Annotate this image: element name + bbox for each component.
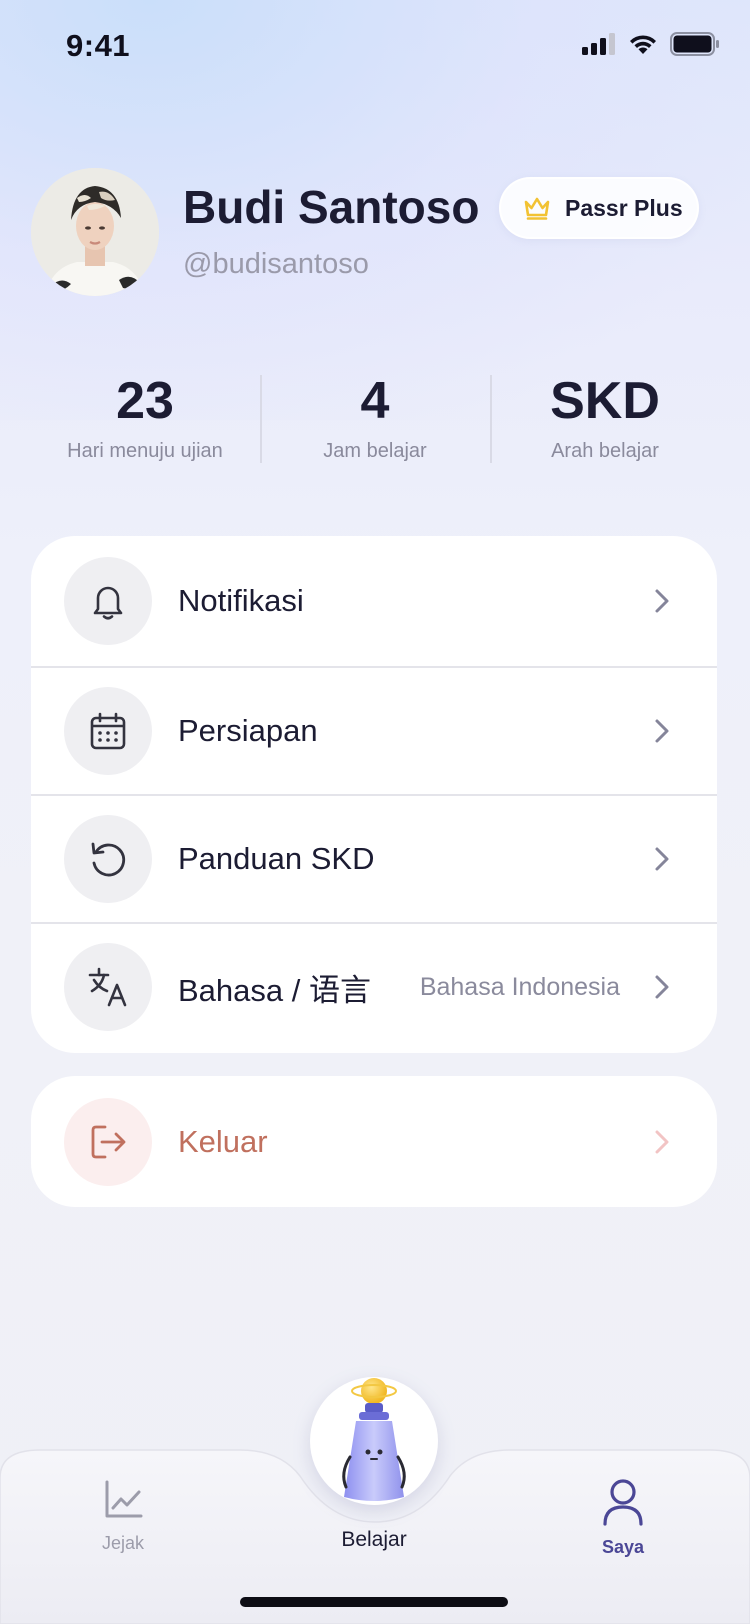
tab-jejak[interactable]: Jejak bbox=[63, 1478, 183, 1554]
refresh-icon-circle bbox=[64, 815, 152, 903]
menu-item-label: Notifikasi bbox=[178, 583, 304, 618]
avatar[interactable] bbox=[31, 168, 159, 296]
menu-item-label: Persiapan bbox=[178, 713, 318, 748]
stat-value: SKD bbox=[550, 372, 660, 430]
status-icons bbox=[582, 32, 720, 56]
battery-icon bbox=[670, 32, 719, 56]
stat-study-hours: 4 Jam belajar bbox=[260, 370, 490, 470]
menu-item-label: Panduan SKD bbox=[178, 841, 375, 876]
menu-item-label: Bahasa / 语言 bbox=[178, 972, 371, 1008]
chevron-right-icon bbox=[649, 718, 675, 744]
user-icon bbox=[603, 1479, 643, 1526]
tab-saya[interactable]: Saya bbox=[563, 1478, 683, 1558]
stat-study-direction: SKD Arah belajar bbox=[490, 370, 720, 470]
tab-belajar-label: Belajar bbox=[341, 1528, 407, 1551]
stat-value: 4 bbox=[360, 372, 390, 430]
menu-item-bahasa[interactable]: Bahasa / 语言 Bahasa Indonesia bbox=[31, 922, 717, 1050]
mascot-icon bbox=[342, 1378, 406, 1501]
translate-icon bbox=[88, 967, 127, 1007]
logout-icon-circle bbox=[64, 1097, 152, 1186]
stat-label: Hari menuju ujian bbox=[67, 440, 223, 462]
chevron-right-icon bbox=[649, 974, 675, 1000]
home-indicator bbox=[240, 1597, 508, 1607]
tab-belajar-button[interactable] bbox=[310, 1377, 438, 1505]
translate-icon-circle bbox=[64, 943, 152, 1031]
logout-card: Keluar bbox=[31, 1076, 717, 1207]
settings-menu-card: Notifikasi Persiapan Panduan SKD Bahasa … bbox=[31, 536, 717, 1053]
bell-icon bbox=[93, 586, 123, 620]
passr-plus-badge[interactable]: Passr Plus bbox=[499, 177, 699, 239]
status-bar: 9:41 bbox=[0, 0, 750, 92]
wifi-icon bbox=[630, 35, 656, 54]
passr-plus-label: Passr Plus bbox=[565, 194, 683, 221]
chevron-right-icon bbox=[649, 846, 675, 872]
stat-days-until-exam: 23 Hari menuju ujian bbox=[30, 370, 260, 470]
bell-icon-circle bbox=[64, 557, 152, 645]
stat-label: Jam belajar bbox=[323, 440, 427, 462]
cellular-signal-icon bbox=[582, 33, 615, 55]
crown-icon bbox=[524, 197, 550, 220]
chart-icon bbox=[105, 1480, 143, 1518]
menu-item-persiapan[interactable]: Persiapan bbox=[31, 666, 717, 794]
refresh-icon bbox=[91, 842, 126, 877]
calendar-icon-circle bbox=[64, 687, 152, 775]
logout-icon bbox=[91, 1125, 126, 1158]
calendar-icon bbox=[90, 712, 126, 750]
avatar-photo bbox=[31, 168, 159, 296]
profile-name: Budi Santoso bbox=[183, 181, 480, 233]
tab-label: Saya bbox=[601, 1537, 645, 1557]
stat-label: Arah belajar bbox=[551, 440, 659, 462]
chevron-right-icon bbox=[649, 1129, 675, 1155]
logout-label: Keluar bbox=[178, 1123, 268, 1159]
menu-item-notifikasi[interactable]: Notifikasi bbox=[31, 536, 717, 666]
profile-handle: @budisantoso bbox=[183, 248, 369, 280]
language-value: Bahasa Indonesia bbox=[419, 972, 620, 1001]
chevron-right-icon bbox=[649, 588, 675, 614]
stats-row: 23 Hari menuju ujian 4 Jam belajar SKD A… bbox=[30, 370, 720, 470]
stat-value: 23 bbox=[116, 372, 174, 430]
tab-label: Jejak bbox=[101, 1533, 145, 1553]
menu-item-panduan-skd[interactable]: Panduan SKD bbox=[31, 794, 717, 922]
status-time: 9:41 bbox=[66, 28, 131, 63]
logout-button[interactable]: Keluar bbox=[31, 1076, 717, 1207]
